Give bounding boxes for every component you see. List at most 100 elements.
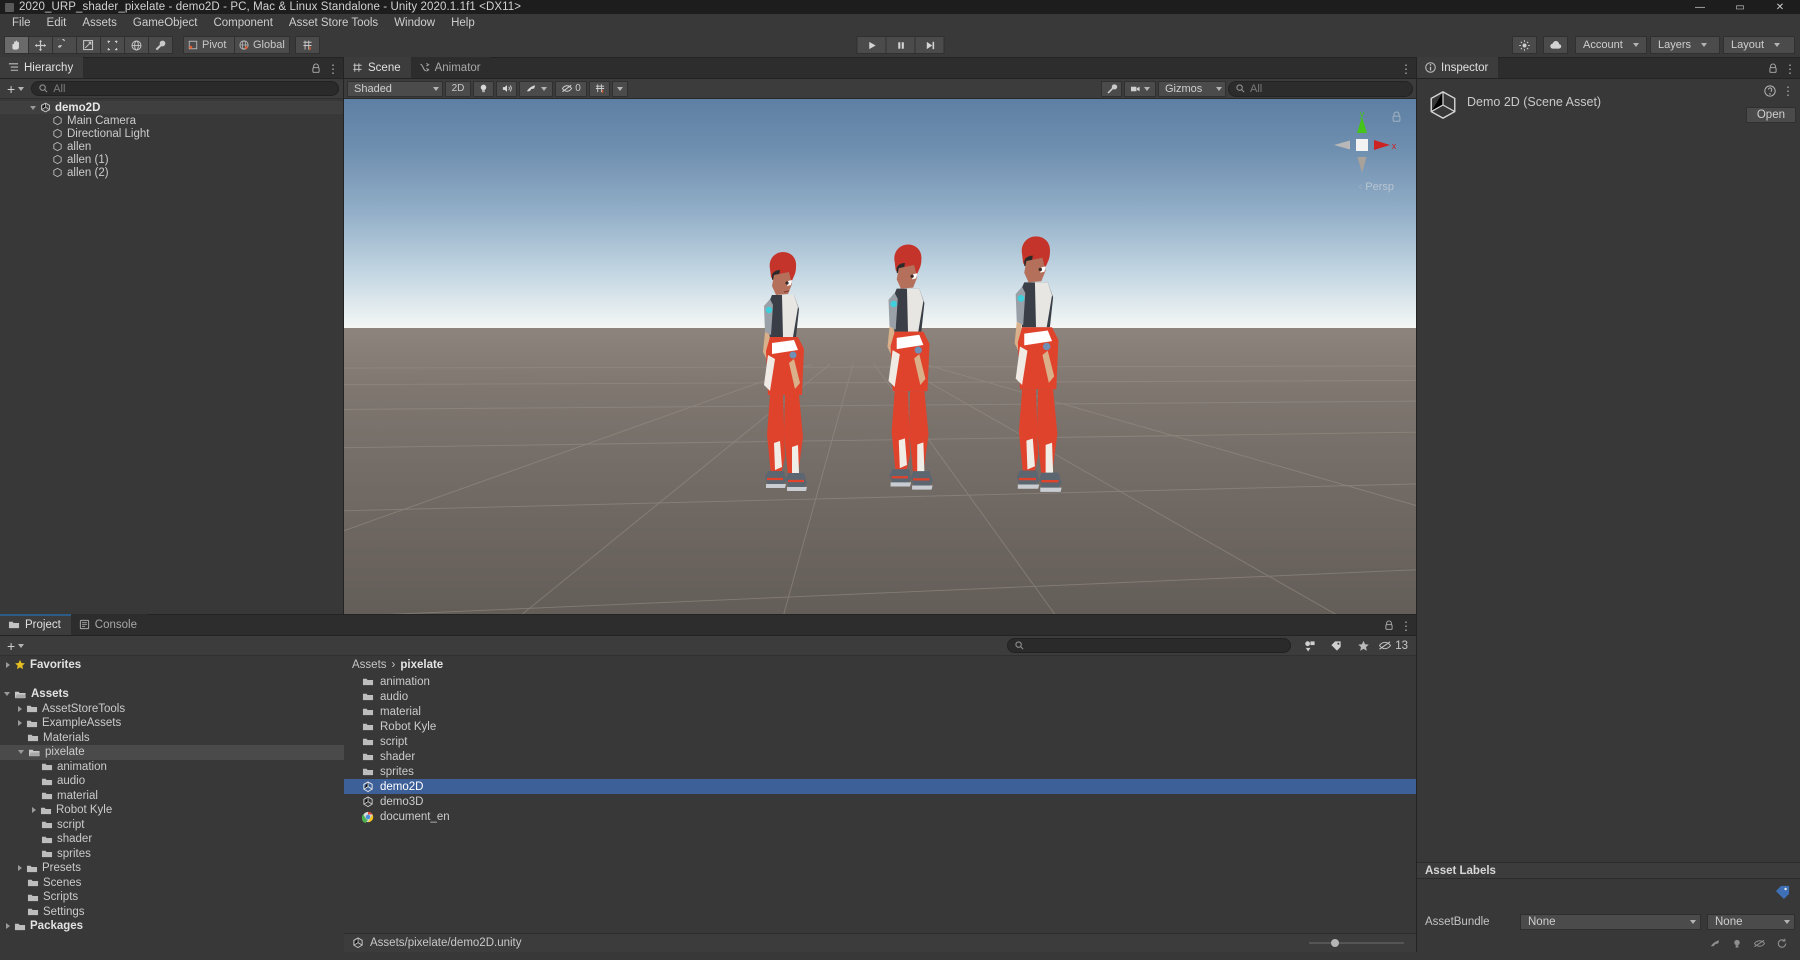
hierarchy-tree[interactable]: demo2D Main Camera Directional Light all… [0,99,343,614]
tree-item-scripts[interactable]: Scripts [0,890,344,905]
help-icon[interactable] [1764,85,1776,97]
hierarchy-search-input[interactable]: All [31,81,339,96]
tree-item-presets[interactable]: Presets [0,861,344,876]
tab-console[interactable]: Console [70,614,147,635]
refresh-icon[interactable] [1776,938,1788,949]
play-button[interactable] [856,36,887,54]
tree-item-exampleassets[interactable]: ExampleAssets [0,716,344,731]
step-button[interactable] [914,36,945,54]
layout-dropdown[interactable]: Layout [1723,36,1795,54]
project-folder-tree[interactable]: Favorites Assets AssetStoreTools Example… [0,656,344,934]
hierarchy-item-main-camera[interactable]: Main Camera [0,114,343,127]
asset-row-animation[interactable]: animation [344,674,1416,689]
scene-audio-toggle[interactable] [496,80,517,97]
tree-item-assets[interactable]: Assets [0,687,344,702]
asset-row-robot-kyle[interactable]: Robot Kyle [344,719,1416,734]
maximize-button[interactable]: ▭ [1720,0,1760,14]
pause-button[interactable] [885,36,916,54]
asset-type-filter-button[interactable] [1297,638,1322,654]
chevron-right-icon[interactable] [32,807,36,814]
menu-gameobject[interactable]: GameObject [125,14,206,33]
toggle-2d-button[interactable]: 2D [445,80,471,97]
asset-labels-area[interactable] [1417,879,1800,909]
menu-asset-store-tools[interactable]: Asset Store Tools [281,14,386,33]
pivot-toggle-button[interactable]: Pivot [183,36,235,54]
hierarchy-add-button[interactable]: + [4,82,27,96]
transform-tool-button[interactable] [124,36,149,54]
menu-file[interactable]: File [4,14,39,33]
project-search-input[interactable] [1007,638,1292,653]
scene-search-input[interactable]: All [1228,80,1413,97]
projection-mode-label[interactable]: ‹ Persp [1359,181,1394,193]
breadcrumb-root[interactable]: Assets [352,659,387,671]
tree-item-audio[interactable]: audio [0,774,344,789]
tab-inspector[interactable]: Inspector [1417,57,1499,78]
tree-item-robot-kyle[interactable]: Robot Kyle [0,803,344,818]
chevron-down-icon[interactable] [4,692,10,697]
chevron-right-icon[interactable] [18,705,22,712]
chevron-right-icon[interactable] [18,865,22,872]
scene-menu-icon[interactable]: ⋮ [1400,63,1412,75]
eye-off-icon[interactable] [1753,938,1766,949]
lock-icon[interactable] [1384,620,1394,631]
asset-row-sprites[interactable]: sprites [344,764,1416,779]
hierarchy-item-allen-1[interactable]: allen (1) [0,153,343,166]
chevron-right-icon[interactable] [6,662,10,669]
hierarchy-item-demo2d[interactable]: demo2D [0,101,343,114]
menu-help[interactable]: Help [443,14,483,33]
chevron-right-icon[interactable] [18,720,22,727]
menu-component[interactable]: Component [205,14,280,33]
tree-item-script[interactable]: script [0,818,344,833]
move-tool-button[interactable] [28,36,53,54]
tree-item-animation[interactable]: animation [0,760,344,775]
hidden-assets-count[interactable]: 13 [1378,640,1408,652]
chevron-down-icon[interactable] [30,105,36,110]
scene-camera-dropdown[interactable] [612,80,628,97]
rect-tool-button[interactable] [100,36,125,54]
chevron-right-icon[interactable] [6,923,10,930]
tree-item-assetstoretools[interactable]: AssetStoreTools [0,702,344,717]
lock-icon[interactable] [1768,63,1778,74]
asset-row-material[interactable]: material [344,704,1416,719]
scene-viewport[interactable]: y x ‹ Persp [344,99,1416,614]
label-tag-icon[interactable] [1775,885,1790,899]
label-filter-button[interactable] [1324,638,1349,654]
editor-settings-button[interactable] [1512,36,1537,54]
tree-item-sprites[interactable]: sprites [0,847,344,862]
tree-item-settings[interactable]: Settings [0,905,344,920]
lighting-icon[interactable] [1731,938,1743,949]
asset-zoom-slider[interactable] [1309,939,1404,947]
assetbundle-dropdown[interactable]: None [1520,913,1701,930]
gizmos-icon-button[interactable] [1124,80,1156,97]
asset-row-script[interactable]: script [344,734,1416,749]
rotate-tool-button[interactable] [52,36,77,54]
hierarchy-item-allen-2[interactable]: allen (2) [0,166,343,179]
minimize-button[interactable]: — [1680,0,1720,14]
hierarchy-item-allen[interactable]: allen [0,140,343,153]
account-dropdown[interactable]: Account [1575,36,1647,54]
tree-item-scenes[interactable]: Scenes [0,876,344,891]
scene-lighting-toggle[interactable] [473,80,494,97]
effects-icon[interactable] [1709,938,1721,949]
scene-camera-settings-button[interactable] [589,80,610,97]
custom-editor-tool-button[interactable] [148,36,173,54]
tree-item-favorites[interactable]: Favorites [0,658,344,673]
scale-tool-button[interactable] [76,36,101,54]
project-menu-icon[interactable]: ⋮ [1400,620,1412,632]
cloud-button[interactable] [1543,36,1568,54]
open-button[interactable]: Open [1745,107,1796,123]
menu-window[interactable]: Window [386,14,443,33]
asset-list[interactable]: animation audio material Robot Kyle scri… [344,673,1416,933]
scene-tools-button[interactable] [1101,80,1122,97]
scene-visibility-toggle[interactable]: 0 [555,80,587,97]
tree-item-materials[interactable]: Materials [0,731,344,746]
tree-item-material[interactable]: material [0,789,344,804]
chevron-down-icon[interactable] [18,750,24,755]
breadcrumb-current[interactable]: pixelate [400,659,443,671]
slider-knob[interactable] [1331,939,1339,947]
tab-animator[interactable]: Animator [410,57,491,78]
asset-row-demo3d[interactable]: demo3D [344,794,1416,809]
tree-item-shader[interactable]: shader [0,832,344,847]
tree-item-packages[interactable]: Packages [0,919,344,934]
hierarchy-item-directional-light[interactable]: Directional Light [0,127,343,140]
